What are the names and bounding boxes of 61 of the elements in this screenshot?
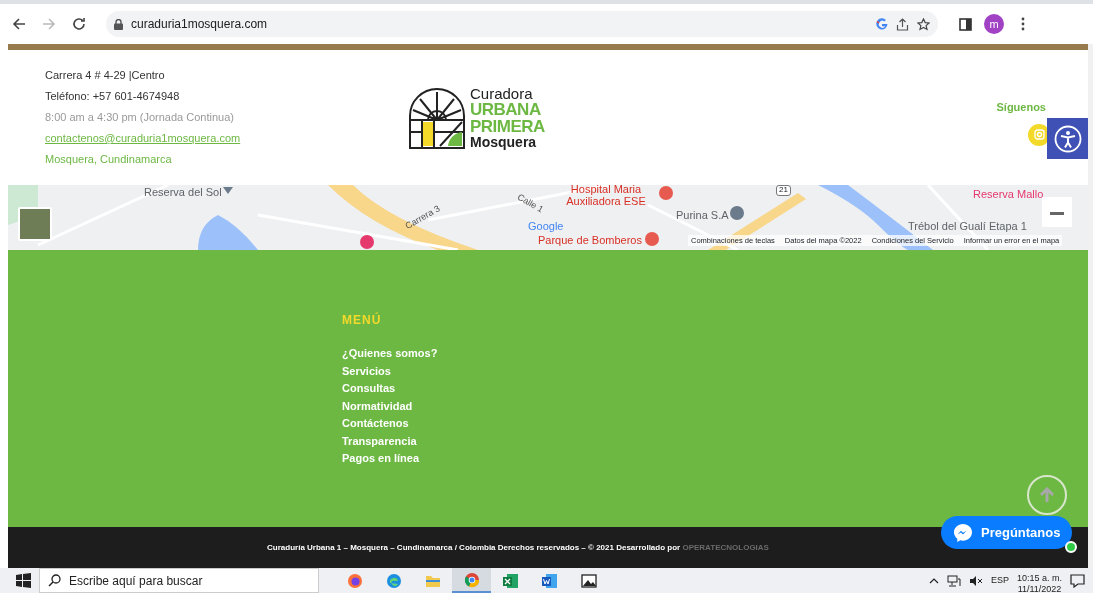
language-indicator[interactable]: ESP [990, 573, 1009, 588]
logo-text: URBANA [470, 101, 542, 118]
reload-icon[interactable] [71, 16, 87, 32]
spreadsheet-icon [502, 572, 519, 589]
search-placeholder: Escribe aquí para buscar [69, 572, 203, 590]
map-label: Calle 1 [515, 192, 545, 216]
star-icon[interactable] [917, 17, 930, 31]
url-text: curaduria1mosquera.com [131, 16, 268, 33]
sidebar-icon[interactable] [958, 17, 972, 31]
firefox-icon [346, 572, 363, 589]
arrow-up-icon [1039, 487, 1055, 503]
logo-text: Curadora [470, 86, 534, 101]
map-label: Reserva del Sol [144, 186, 222, 199]
muted-speaker-icon[interactable] [968, 574, 983, 587]
map-brand: Google [528, 220, 564, 233]
messenger-chat-button[interactable]: Pregúntanos [941, 516, 1073, 549]
accessibility-button[interactable] [1047, 118, 1088, 159]
logo-drawing [408, 85, 466, 150]
menu-heading: MENÚ [342, 311, 383, 329]
google-icon[interactable] [876, 18, 888, 30]
road-shield: 21 [776, 185, 791, 196]
contact-text: Carrera 4 # 4-29 |Centro [45, 68, 166, 83]
contact-text: 8:00 am a 4:30 pm (Jornada Continua) [45, 110, 235, 125]
picture-icon [580, 572, 597, 589]
developer-link[interactable]: OPERATECNOLOGIAS [682, 542, 769, 552]
logo-text: PRIMERA [470, 118, 545, 135]
minus-icon [1050, 211, 1064, 215]
search-icon [48, 574, 61, 587]
windows-icon[interactable] [16, 573, 31, 588]
follow-title: Síguenos [996, 100, 1046, 116]
address-bar[interactable]: curaduria1mosquera.com [106, 11, 938, 37]
clock-time[interactable]: 10:15 a. m. [1016, 573, 1062, 584]
map-label: Reserva Mallo [973, 188, 1044, 201]
contact-text: Teléfono: +57 601-4674948 [45, 89, 181, 104]
map-label: Purina S.A [676, 209, 729, 222]
copyright-text: Curaduría Urbana 1 – Mosquera – Cundinamarca / Colombia Derechos reservados – © 2021 Desarrollado por OPERATECNOLOGIAS [267, 541, 769, 554]
lock-icon [114, 18, 123, 30]
logo-text: Mosquera [470, 135, 538, 149]
profile-avatar[interactable]: m [984, 14, 1004, 34]
chrome-icon [463, 571, 480, 588]
instagram-glyph-icon [1033, 129, 1045, 141]
accessibility-icon [1053, 124, 1082, 153]
chevron-up-icon[interactable] [928, 577, 939, 584]
map-label: Hospital Maria Auxiliadora ESE [565, 185, 647, 208]
satellite-thumbnail[interactable] [18, 207, 52, 241]
edge-icon [385, 572, 402, 589]
menu-icon[interactable] [1021, 17, 1025, 31]
map-label: Trébol del Gualí Etapa 1 [908, 220, 1027, 233]
notification-icon[interactable] [1070, 573, 1085, 588]
contact-text: Mosquera, Cundinamarca [45, 152, 173, 167]
share-icon[interactable] [896, 17, 909, 31]
instagram-icon[interactable] [1028, 123, 1050, 146]
scrollbar[interactable] [1088, 44, 1093, 568]
zoom-out-button[interactable] [1042, 197, 1072, 227]
clock-date[interactable]: 11/11/2022 [1017, 583, 1062, 593]
document-icon [541, 572, 558, 589]
network-icon[interactable] [946, 574, 961, 587]
messenger-icon [953, 522, 973, 543]
back-icon[interactable] [11, 16, 27, 32]
map-label: Parque de Bomberos [538, 234, 642, 247]
taskbar-search-field[interactable]: Escribe aquí para buscar [39, 568, 319, 593]
